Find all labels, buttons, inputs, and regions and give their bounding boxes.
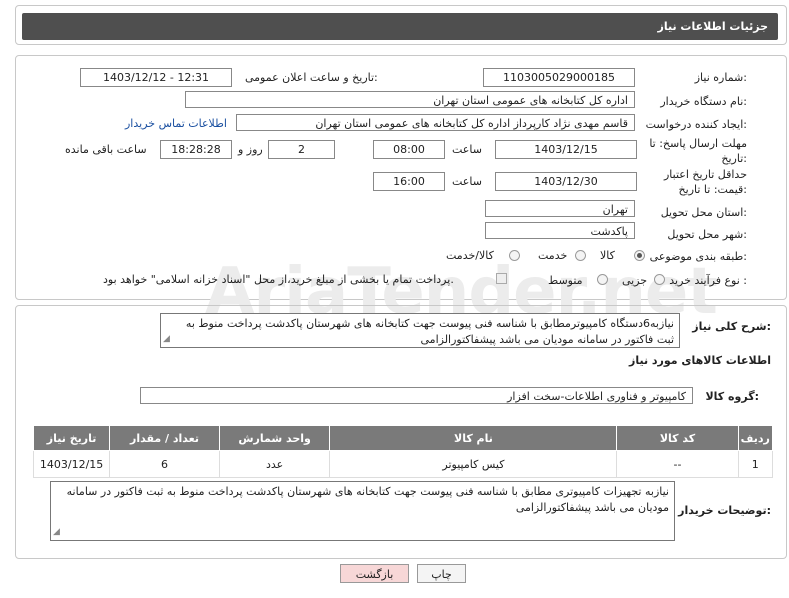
cell-qty: 6 — [109, 450, 220, 478]
col-index: ردیف — [737, 425, 774, 451]
delivery-city-field: پاکدشت — [485, 222, 635, 239]
col-need-date: تاریخ نیاز — [32, 425, 111, 451]
process-option-medium: متوسط — [548, 274, 583, 287]
buyer-notes-label: توضیحات خریدار: — [678, 504, 771, 517]
buyer-org-field: اداره کل کتابخانه های عمومی استان تهران — [185, 91, 635, 108]
cell-unit: عدد — [218, 450, 331, 478]
buyer-contact-link[interactable]: اطلاعات تماس خریدار — [125, 117, 227, 130]
table-row[interactable]: 1403/12/15 6 عدد کیس کامپیوتر -- 1 — [32, 450, 774, 478]
announce-datetime-label: تاریخ و ساعت اعلان عمومی: — [245, 71, 378, 84]
reply-days-label: روز و — [238, 143, 263, 156]
reply-deadline-label: مهلت ارسال پاسخ: تا تاریخ: — [649, 137, 747, 165]
resize-handle-icon: ◢ — [53, 527, 60, 537]
process-option-minor: جزیی — [622, 274, 648, 287]
requester-label: ایجاد کننده درخواست: — [645, 118, 747, 131]
category-label: طبقه بندی موضوعی: — [649, 250, 747, 263]
price-validity-date: 1403/12/30 — [495, 172, 637, 191]
process-radio-medium[interactable] — [597, 274, 608, 285]
delivery-city-label: شهر محل تحویل: — [667, 228, 747, 241]
price-validity-time-label: ساعت — [452, 175, 482, 188]
process-radio-minor[interactable] — [654, 274, 665, 285]
header-bar: جزئیات اطلاعات نیاز — [22, 13, 778, 40]
delivery-province-label: استان محل تحویل: — [660, 206, 747, 219]
category-radio-service[interactable] — [575, 250, 586, 261]
goods-group-field: کامپیوتر و فناوری اطلاعات-سخت افزار — [140, 387, 693, 404]
category-option-goods-service: کالا/خدمت — [446, 249, 494, 262]
category-option-service: خدمت — [538, 249, 568, 262]
buyer-org-label: نام دستگاه خریدار: — [660, 95, 747, 108]
announce-datetime-field: 1403/12/12 - 12:31 — [80, 68, 232, 87]
cell-index: 1 — [737, 450, 774, 478]
remaining-time-field: 18:28:28 — [160, 140, 232, 159]
goods-table-header: تاریخ نیاز تعداد / مقدار واحد شمارش نام … — [32, 425, 774, 451]
process-type-label: نوع فرآیند خرید : — [669, 274, 747, 287]
treasury-payment-note: پرداخت تمام یا بخشی از مبلغ خرید،از محل … — [103, 273, 454, 286]
description-label: شرح کلی نیاز: — [692, 320, 771, 333]
col-name: نام کالا — [329, 425, 618, 451]
reply-deadline-time: 08:00 — [373, 140, 445, 159]
reply-days-field: 2 — [268, 140, 335, 159]
category-radio-goods-service[interactable] — [509, 250, 520, 261]
cell-need-date: 1403/12/15 — [32, 450, 111, 478]
header-panel: جزئیات اطلاعات نیاز — [15, 5, 787, 45]
remaining-time-label: ساعت باقی مانده — [65, 143, 147, 156]
price-validity-time: 16:00 — [373, 172, 445, 191]
cell-code: -- — [616, 450, 739, 478]
buyer-notes-textarea[interactable]: نیازبه تجهیزات کامپیوتری مطابق با شناسه … — [50, 481, 675, 541]
treasury-payment-checkbox[interactable] — [496, 273, 507, 284]
requester-field: قاسم مهدی نژاد کارپرداز اداره کل کتابخان… — [236, 114, 635, 131]
col-unit: واحد شمارش — [218, 425, 331, 451]
print-button[interactable]: چاپ — [417, 564, 466, 583]
goods-group-label: گروه کالا: — [705, 390, 759, 403]
category-option-goods: کالا — [600, 249, 615, 262]
reply-deadline-date: 1403/12/15 — [495, 140, 637, 159]
cell-name: کیس کامپیوتر — [329, 450, 618, 478]
need-number-field: 1103005029000185 — [483, 68, 635, 87]
reply-time-label: ساعت — [452, 143, 482, 156]
goods-table: تاریخ نیاز تعداد / مقدار واحد شمارش نام … — [32, 425, 774, 478]
col-code: کد کالا — [616, 425, 739, 451]
col-qty: تعداد / مقدار — [109, 425, 220, 451]
page-title: جزئیات اطلاعات نیاز — [657, 20, 769, 33]
price-validity-label: حداقل تاریخ اعتبار قیمت: تا تاریخ: — [663, 168, 747, 196]
goods-section-title: اطلاعات کالاهای مورد نیاز — [629, 354, 771, 367]
resize-handle-icon: ◢ — [163, 334, 170, 344]
need-number-label: شماره نیاز: — [694, 71, 747, 84]
description-textarea[interactable]: نیازبه6دستگاه کامپیوترمطابق با شناسه فنی… — [160, 313, 680, 348]
delivery-province-field: تهران — [485, 200, 635, 217]
category-radio-goods[interactable] — [634, 250, 645, 261]
back-button[interactable]: بازگشت — [340, 564, 409, 583]
